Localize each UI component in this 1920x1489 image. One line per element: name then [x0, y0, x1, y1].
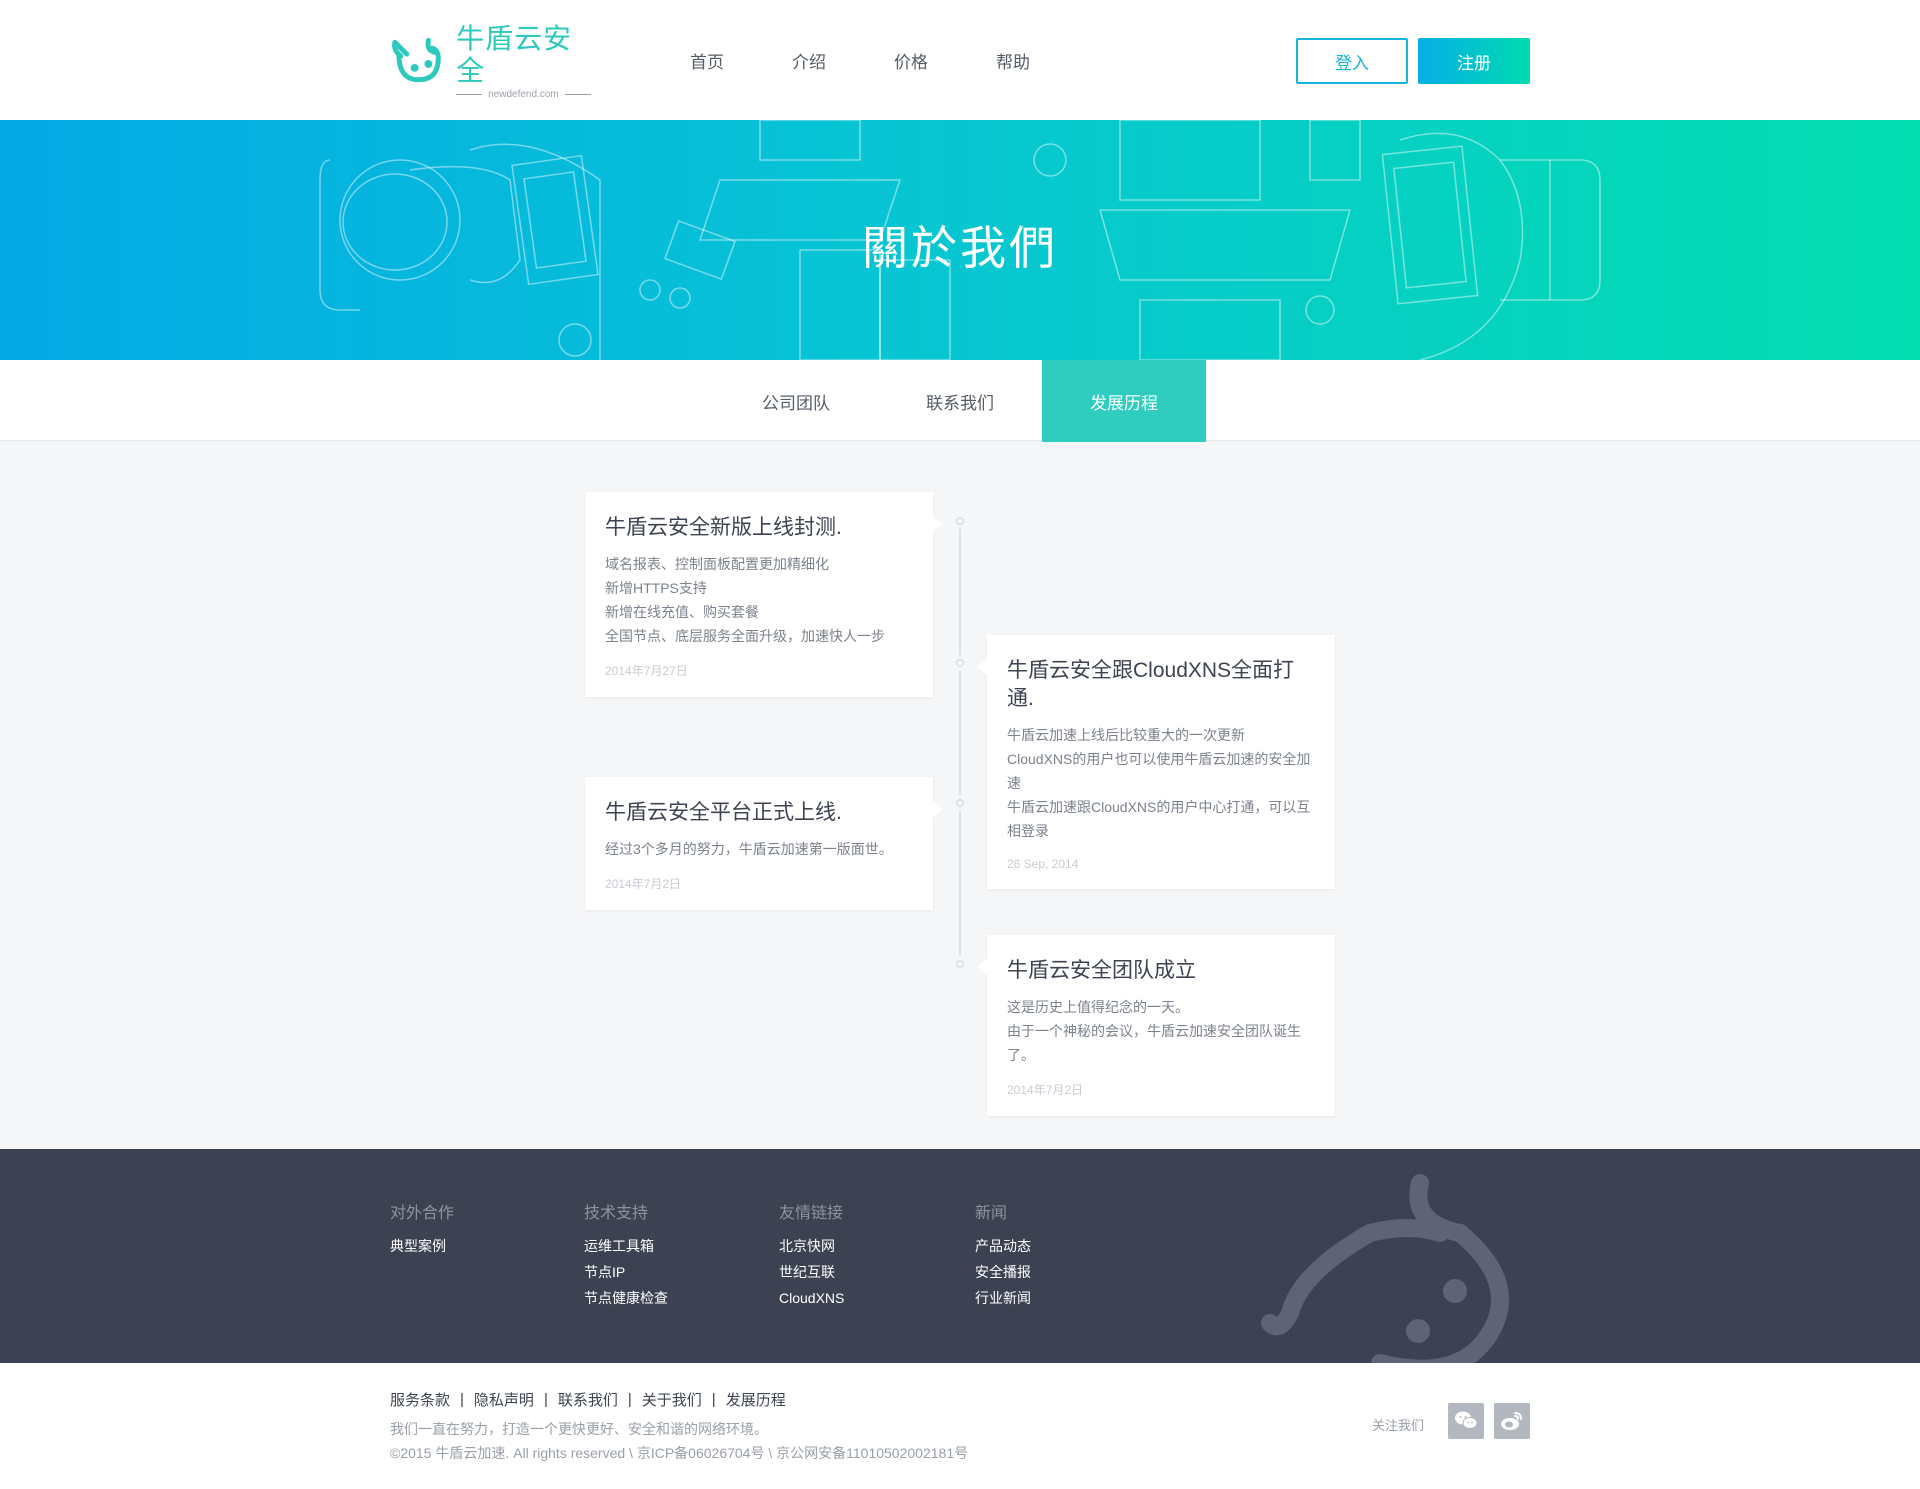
link-about[interactable]: 关于我们: [642, 1389, 702, 1410]
timeline-line: 新增在线充值、购买套餐: [605, 604, 759, 620]
footer-link[interactable]: 安全播报: [975, 1259, 1031, 1285]
wechat-icon: [1455, 1411, 1478, 1429]
timeline-card-desc: 经过3个多月的努力，牛盾云加速第一版面世。: [605, 837, 913, 861]
timeline-card-desc: 这是历史上值得纪念的一天。 由于一个神秘的会议，牛盾云加速安全团队诞生了。: [1007, 995, 1315, 1067]
ox-logo-icon: [392, 37, 441, 83]
wechat-button[interactable]: [1448, 1403, 1484, 1439]
timeline-card-desc: 牛盾云加速上线后比较重大的一次更新 CloudXNS的用户也可以使用牛盾云加速的…: [1007, 723, 1315, 843]
timeline-line: 域名报表、控制面板配置更加精细化: [605, 556, 829, 572]
timeline-line: 牛盾云加速跟CloudXNS的用户中心打通，可以互相登录: [1007, 799, 1311, 839]
logo-domain-text: newdefend.com: [488, 88, 559, 100]
footer-heading: 对外合作: [390, 1205, 455, 1222]
footer-heading: 技术支持: [584, 1205, 649, 1222]
link-separator: |: [460, 1391, 464, 1408]
about-subnav: 公司团队 联系我们 发展历程: [0, 360, 1920, 442]
weibo-icon: [1501, 1412, 1522, 1430]
timeline-line: 经过3个多月的努力，牛盾云加速第一版面世。: [605, 841, 893, 857]
timeline-card-title: 牛盾云安全跟CloudXNS全面打通.: [1007, 659, 1295, 710]
timeline-card-date: 26 Sep, 2014: [1007, 857, 1079, 871]
login-button[interactable]: 登入: [1296, 38, 1408, 84]
logo-chinese-name: 牛盾云安全: [456, 22, 573, 86]
weibo-button[interactable]: [1494, 1403, 1530, 1439]
timeline-line: 全国节点、底层服务全面升级，加速快人一步: [605, 628, 885, 644]
footer-heading: 新闻: [975, 1205, 1008, 1222]
tab-history[interactable]: 发展历程: [1042, 360, 1206, 442]
tab-contact-us[interactable]: 联系我们: [878, 360, 1042, 442]
timeline-line: 由于一个神秘的会议，牛盾云加速安全团队诞生了。: [1007, 1023, 1301, 1063]
link-separator: |: [711, 1391, 716, 1408]
footer-link[interactable]: 典型案例: [390, 1233, 454, 1259]
copyright-text: ©2015 牛盾云加速. All rights reserved \ 京ICP备…: [390, 1445, 969, 1461]
footer-link[interactable]: 行业新闻: [975, 1285, 1031, 1311]
ox-mascot-icon: [1261, 1174, 1509, 1363]
nav-pricing[interactable]: 价格: [894, 48, 996, 73]
timeline-card-date: 2014年7月27日: [605, 664, 688, 678]
footer-column-support: 技术支持 运维工具箱 节点IP 节点健康检查: [584, 1199, 668, 1311]
timeline-card: 牛盾云安全平台正式上线. 经过3个多月的努力，牛盾云加速第一版面世。 2014年…: [585, 777, 943, 910]
timeline-card-date: 2014年7月2日: [1007, 1083, 1084, 1097]
nav-home[interactable]: 首页: [690, 48, 792, 73]
register-button[interactable]: 注册: [1418, 38, 1530, 84]
footer-link[interactable]: 运维工具箱: [584, 1233, 668, 1259]
link-separator: |: [543, 1391, 548, 1408]
timeline-line: 牛盾云加速上线后比较重大的一次更新: [1007, 727, 1245, 743]
bottom-bar: 服务条款 | 隐私声明 | 联系我们 | 关于我们 | 发展历程 我们一直在努力…: [0, 1363, 1920, 1489]
link-history[interactable]: 发展历程: [726, 1389, 786, 1410]
main-nav: 首页 介绍 价格 帮助: [690, 48, 1098, 73]
nav-intro[interactable]: 介绍: [792, 48, 894, 73]
follow-us-label: 关注我们: [1372, 1418, 1425, 1433]
timeline-card-title: 牛盾云安全平台正式上线.: [605, 801, 842, 824]
footer-column-partnership: 对外合作 典型案例: [390, 1199, 454, 1259]
nav-help[interactable]: 帮助: [996, 48, 1098, 73]
timeline-line: CloudXNS的用户也可以使用牛盾云加速的安全加速: [1007, 751, 1311, 791]
timeline-line: 这是历史上值得纪念的一天。: [1007, 999, 1189, 1015]
timeline-card-desc: 域名报表、控制面板配置更加精细化 新增HTTPS支持 新增在线充值、购买套餐 全…: [605, 552, 913, 648]
site-header: 牛盾云安全 newdefend.com 首页 介绍 价格 帮助 登入 注册: [0, 0, 1920, 120]
footer-link[interactable]: 节点健康检查: [584, 1285, 668, 1311]
footer-link[interactable]: 节点IP: [584, 1259, 668, 1285]
footer-link[interactable]: CloudXNS: [779, 1285, 844, 1311]
timeline-axis: [959, 520, 961, 965]
footer-link[interactable]: 产品动态: [975, 1233, 1031, 1259]
link-privacy[interactable]: 隐私声明: [474, 1389, 534, 1410]
footer-link[interactable]: 世纪互联: [779, 1259, 844, 1285]
hero-banner: 關於我們: [0, 120, 1920, 360]
link-contact[interactable]: 联系我们: [558, 1389, 618, 1410]
site-footer: 对外合作 典型案例 技术支持 运维工具箱 节点IP 节点健康检查 友情链接 北京…: [0, 1149, 1920, 1363]
tab-company-team[interactable]: 公司团队: [714, 360, 878, 442]
timeline-line: 新增HTTPS支持: [605, 580, 707, 596]
timeline-card-title: 牛盾云安全新版上线封测.: [605, 516, 842, 539]
link-separator: |: [627, 1391, 632, 1408]
timeline-dot: [952, 795, 968, 811]
timeline-card: 牛盾云安全新版上线封测. 域名报表、控制面板配置更加精细化 新增HTTPS支持 …: [585, 492, 943, 697]
timeline-card: 牛盾云安全团队成立 这是历史上值得纪念的一天。 由于一个神秘的会议，牛盾云加速安…: [977, 935, 1335, 1116]
timeline-dot: [952, 956, 968, 972]
site-logo[interactable]: 牛盾云安全 newdefend.com: [389, 23, 599, 100]
legal-links: 服务条款 | 隐私声明 | 联系我们 | 关于我们 | 发展历程: [390, 1389, 786, 1410]
page-title: 關於我們: [862, 222, 1058, 274]
timeline-dot: [952, 513, 968, 529]
timeline-card-title: 牛盾云安全团队成立: [1007, 959, 1196, 982]
timeline-card-date: 2014年7月2日: [605, 877, 682, 891]
timeline-card: 牛盾云安全跟CloudXNS全面打通. 牛盾云加速上线后比较重大的一次更新 Cl…: [977, 635, 1335, 889]
footer-heading: 友情链接: [779, 1205, 844, 1222]
footer-link[interactable]: 北京快网: [779, 1233, 844, 1259]
logo-domain: newdefend.com: [456, 89, 591, 100]
slogan-text: 我们一直在努力，打造一个更快更好、安全和谐的网络环境。: [390, 1421, 768, 1437]
footer-column-friend-links: 友情链接 北京快网 世纪互联 CloudXNS: [779, 1199, 844, 1311]
footer-column-news: 新闻 产品动态 安全播报 行业新闻: [975, 1199, 1031, 1311]
timeline-dot: [952, 655, 968, 671]
link-terms[interactable]: 服务条款: [390, 1389, 450, 1410]
